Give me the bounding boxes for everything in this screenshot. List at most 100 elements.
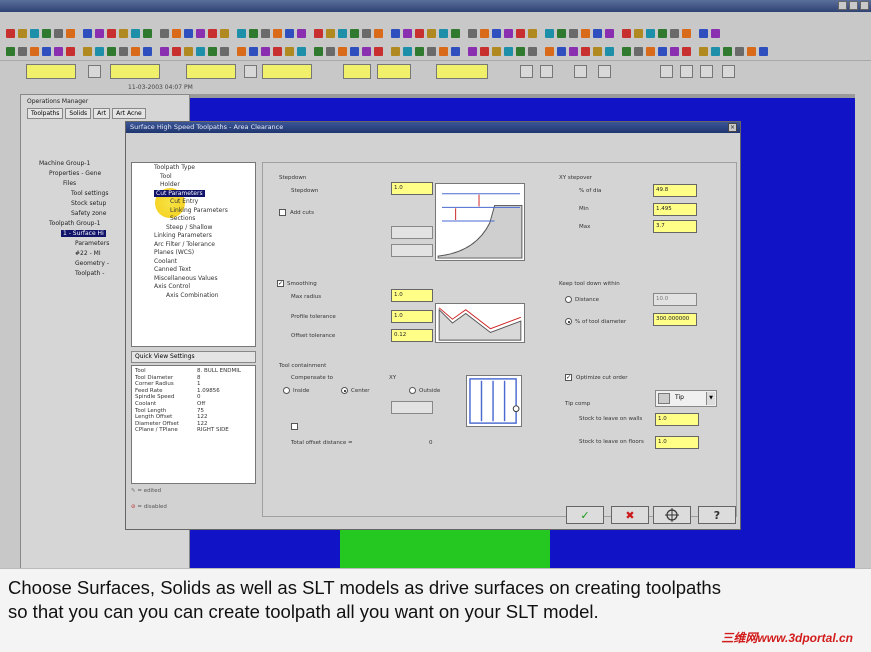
toolbar-icon[interactable] (634, 46, 643, 56)
toolbar-icon[interactable] (208, 29, 217, 38)
toolbar-icon[interactable] (18, 46, 27, 56)
param-tree-item[interactable]: Sections (132, 215, 255, 224)
toolbar-icon[interactable] (682, 29, 691, 38)
toolbar-icon[interactable] (285, 46, 294, 56)
toolbar-icon[interactable] (326, 46, 335, 56)
param-tree-item[interactable]: Axis Control (132, 283, 255, 292)
toolbar-icon[interactable] (160, 29, 169, 38)
toolbar-icon[interactable] (6, 46, 15, 56)
toolbar-btn-4[interactable] (540, 65, 553, 78)
toolbar-icon[interactable] (403, 29, 412, 38)
toolbar-icon[interactable] (545, 46, 554, 56)
toolbar-btn-1[interactable] (88, 65, 101, 78)
toolbar-icon[interactable] (658, 29, 667, 38)
target-button[interactable] (653, 506, 691, 524)
toolbar-field-6[interactable] (377, 64, 411, 79)
tip-comp-select[interactable]: Tip ▼ (655, 390, 717, 407)
add-cuts-field-1[interactable] (391, 226, 433, 239)
toolbar-btn-7[interactable] (660, 65, 673, 78)
toolbar-icon[interactable] (374, 29, 383, 38)
toolbar-icon[interactable] (18, 29, 27, 38)
menu-bar[interactable] (0, 12, 871, 25)
toolbar-icon[interactable] (131, 29, 140, 38)
toolbar-icon[interactable] (297, 29, 306, 38)
toolbar-icon[interactable] (646, 46, 655, 56)
param-tree-item[interactable]: Miscellaneous Values (132, 275, 255, 284)
toolbar-icon[interactable] (699, 46, 708, 56)
keep-down-distance-input[interactable]: 10.0 (653, 293, 697, 306)
toolbar-icon[interactable] (403, 46, 412, 56)
toolbar-btn-10[interactable] (722, 65, 735, 78)
help-button[interactable]: ? (698, 506, 736, 524)
toolbar-icon[interactable] (273, 46, 282, 56)
left-icon-strip[interactable] (0, 94, 20, 572)
param-tree-item[interactable]: Cut Entry (132, 198, 255, 207)
toolbar-btn-9[interactable] (700, 65, 713, 78)
outside-radio[interactable] (409, 387, 416, 394)
toolbar-icon[interactable] (338, 29, 347, 38)
keep-down-pct-input[interactable]: 300.000000 (653, 313, 697, 326)
toolbar-icon[interactable] (362, 29, 371, 38)
toolbar-icon[interactable] (83, 46, 92, 56)
toolbar-icon[interactable] (119, 46, 128, 56)
toolbar-icon[interactable] (699, 29, 708, 38)
toolbar-icon[interactable] (504, 46, 513, 56)
toolbar-icon[interactable] (374, 46, 383, 56)
toolbar-icon[interactable] (735, 46, 744, 56)
toolbar-icon[interactable] (220, 29, 229, 38)
minimize-icon[interactable] (838, 1, 847, 10)
max-radius-input[interactable]: 1.0 (391, 289, 433, 302)
param-tree-item[interactable]: Axis Combination (132, 292, 255, 301)
toolbar-icon[interactable] (350, 46, 359, 56)
toolbar-icon[interactable] (30, 29, 39, 38)
toolbar-icon[interactable] (759, 46, 768, 56)
toolbar-field-7[interactable] (436, 64, 488, 79)
toolbar-icon[interactable] (439, 46, 448, 56)
toolbar-icon[interactable] (670, 29, 679, 38)
dialog-close-button[interactable]: × (728, 123, 737, 132)
toolbar-icon[interactable] (30, 46, 39, 56)
toolbar-icon[interactable] (593, 46, 602, 56)
toolbar-field-5[interactable] (343, 64, 371, 79)
toolbar-icon[interactable] (545, 29, 554, 38)
toolbar-icon[interactable] (747, 46, 756, 56)
ok-button[interactable]: ✓ (566, 506, 604, 524)
toolbar-icon[interactable] (54, 46, 63, 56)
toolbar-icon[interactable] (581, 46, 590, 56)
toolbar-icon[interactable] (439, 29, 448, 38)
offset-tol-input[interactable]: 0.12 (391, 329, 433, 342)
toolbar-icon[interactable] (6, 29, 15, 38)
toolbar-icon[interactable] (261, 29, 270, 38)
toolbar-field-3[interactable] (186, 64, 236, 79)
optimize-checkbox[interactable]: ✓ (565, 374, 572, 381)
toolbar-icon[interactable] (622, 29, 631, 38)
add-cuts-checkbox[interactable] (279, 209, 286, 216)
profile-tol-input[interactable]: 1.0 (391, 310, 433, 323)
maximize-icon[interactable] (849, 1, 858, 10)
xy-pct-input[interactable]: 49.8 (653, 184, 697, 197)
close-icon[interactable] (860, 1, 869, 10)
toolbar-icon[interactable] (569, 46, 578, 56)
toolbar-icon[interactable] (711, 29, 720, 38)
toolbar-icon[interactable] (391, 29, 400, 38)
toolbar-icon[interactable] (516, 29, 525, 38)
param-tree-item[interactable]: Canned Text (132, 266, 255, 275)
toolbar-btn-3[interactable] (520, 65, 533, 78)
inside-radio[interactable] (283, 387, 290, 394)
toolbar-icon[interactable] (427, 29, 436, 38)
toolbar-icon[interactable] (66, 46, 75, 56)
toolbar-icon[interactable] (66, 29, 75, 38)
toolbar-field-4[interactable] (262, 64, 312, 79)
toolbar-icon[interactable] (391, 46, 400, 56)
toolbar-icon[interactable] (528, 29, 537, 38)
toolbar-icon[interactable] (261, 46, 270, 56)
toolbar-icon[interactable] (451, 29, 460, 38)
add-cuts-field-2[interactable] (391, 244, 433, 257)
toolbar-icon[interactable] (249, 46, 258, 56)
toolbar-icon[interactable] (196, 29, 205, 38)
toolbar-icon[interactable] (273, 29, 282, 38)
keep-down-distance-radio[interactable] (565, 296, 572, 303)
center-radio[interactable] (341, 387, 348, 394)
param-tree-item[interactable]: Linking Parameters (132, 207, 255, 216)
toolbar-icon[interactable] (427, 46, 436, 56)
